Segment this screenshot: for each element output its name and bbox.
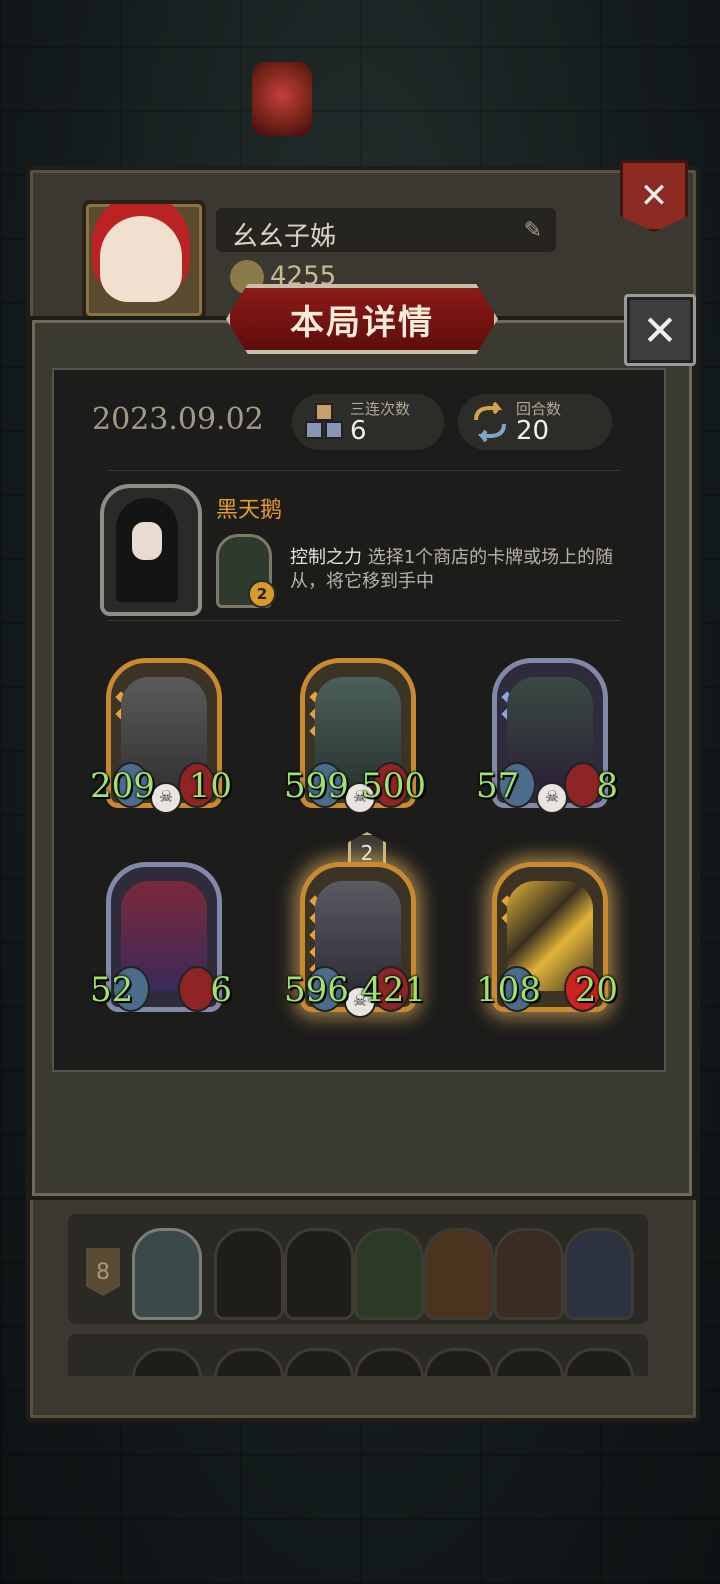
lantern-icon bbox=[252, 62, 312, 136]
roster-unit[interactable] bbox=[424, 1348, 494, 1376]
roster-unit[interactable] bbox=[214, 1348, 284, 1376]
card-health: 6 bbox=[210, 970, 232, 1010]
rank-badge: 8 bbox=[86, 1248, 120, 1296]
roster-unit[interactable] bbox=[564, 1228, 634, 1320]
divider bbox=[108, 620, 620, 621]
card-health: 8 bbox=[596, 766, 618, 806]
rounds-stat: 回合数 20 bbox=[458, 394, 612, 450]
avatar-face-icon bbox=[100, 216, 182, 302]
roster-unit[interactable] bbox=[564, 1348, 634, 1376]
player-avatar bbox=[82, 200, 206, 320]
match-roster-row: 8 bbox=[68, 1214, 648, 1324]
card-attack: 596 bbox=[284, 970, 349, 1010]
match-roster-row bbox=[68, 1334, 648, 1376]
rounds-value: 20 bbox=[516, 416, 550, 446]
roster-hero-portrait[interactable] bbox=[132, 1228, 202, 1320]
triples-value: 6 bbox=[350, 416, 367, 446]
unit-card[interactable]: 108 20 bbox=[476, 862, 618, 1018]
player-name: 幺幺子姊 bbox=[232, 222, 337, 252]
card-attack: 108 bbox=[476, 970, 541, 1010]
roster-unit[interactable] bbox=[284, 1348, 354, 1376]
skill-name: 控制之力 bbox=[290, 547, 362, 568]
unit-card[interactable]: ☠ 209 10 bbox=[90, 658, 232, 814]
card-attack: 57 bbox=[476, 766, 520, 806]
card-attack: 599 bbox=[284, 766, 349, 806]
modal-close-button[interactable]: ✕ bbox=[624, 294, 696, 366]
triple-cubes-icon bbox=[305, 403, 343, 439]
roster-unit[interactable] bbox=[284, 1228, 354, 1320]
card-health: 421 bbox=[361, 970, 426, 1010]
roster-unit[interactable] bbox=[494, 1228, 564, 1320]
roster-unit[interactable] bbox=[354, 1228, 424, 1320]
skull-icon: ☠ bbox=[536, 782, 568, 814]
roster-hero-portrait[interactable] bbox=[132, 1348, 202, 1376]
card-attack: 52 bbox=[90, 970, 134, 1010]
card-health: 500 bbox=[361, 766, 426, 806]
refresh-arrows-icon bbox=[474, 402, 506, 442]
divider bbox=[108, 470, 620, 471]
card-attack: 209 bbox=[90, 766, 155, 806]
hero-face bbox=[132, 522, 162, 560]
card-health: 10 bbox=[188, 766, 232, 806]
modal-title-plate: 本局详情 bbox=[226, 284, 498, 354]
player-name-box[interactable]: 幺幺子姊 ✎ bbox=[216, 208, 556, 252]
unit-card[interactable]: ☠ 57 8 bbox=[476, 658, 618, 814]
match-date: 2023.09.02 bbox=[92, 402, 264, 437]
skill-description: 控制之力 选择1个商店的卡牌或场上的随从，将它移到手中 bbox=[290, 546, 644, 594]
unit-card[interactable]: 52 6 bbox=[90, 862, 232, 1018]
hero-portrait[interactable] bbox=[100, 484, 202, 616]
roster-unit[interactable] bbox=[354, 1348, 424, 1376]
modal-title: 本局详情 bbox=[290, 302, 434, 343]
edit-pencil-icon[interactable]: ✎ bbox=[524, 218, 542, 243]
roster-unit[interactable] bbox=[214, 1228, 284, 1320]
unit-card[interactable]: ☠ 599 500 bbox=[284, 658, 426, 814]
card-health: 20 bbox=[574, 970, 618, 1010]
unit-card[interactable]: 2 ☠ 596 421 bbox=[284, 832, 426, 1018]
roster-unit[interactable] bbox=[494, 1348, 564, 1376]
roster-unit[interactable] bbox=[424, 1228, 494, 1320]
hero-name: 黑天鹅 bbox=[216, 498, 283, 523]
triples-stat: 三连次数 6 bbox=[292, 394, 444, 450]
skill-level-badge: 2 bbox=[248, 580, 276, 608]
